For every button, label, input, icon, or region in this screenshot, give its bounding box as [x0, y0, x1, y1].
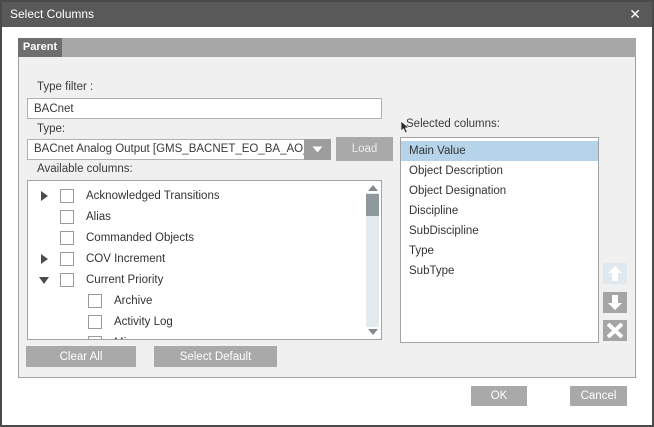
selected-column-item[interactable]: Main Value [401, 141, 598, 161]
load-button[interactable]: Load [336, 137, 393, 161]
tree-item[interactable]: Current Priority [28, 269, 364, 290]
select-default-button[interactable]: Select Default [154, 346, 277, 367]
column-checkbox[interactable] [88, 315, 102, 329]
column-checkbox[interactable] [60, 210, 74, 224]
scroll-down-icon[interactable] [368, 329, 378, 335]
tree-rows: Acknowledged Transitions Alias Commanded O… [28, 185, 364, 340]
up-arrow-icon [607, 266, 623, 281]
scrollbar-thumb[interactable] [366, 194, 379, 216]
tree-item[interactable]: Activity Log [28, 311, 364, 332]
dialog-title: Select Columns [10, 2, 94, 27]
dialog-titlebar[interactable]: Select Columns ✕ [2, 2, 652, 27]
selected-columns-label: Selected columns: [406, 118, 500, 130]
tree-scrollbar[interactable] [365, 182, 380, 338]
clear-all-button[interactable]: Clear All [26, 346, 136, 367]
expand-icon[interactable] [38, 252, 52, 266]
mouse-cursor-icon [401, 121, 410, 134]
type-combobox-value: BACnet Analog Output [GMS_BACNET_EO_BA_A… [34, 140, 319, 159]
down-arrow-icon [607, 295, 623, 310]
selected-columns-list[interactable]: Main ValueObject DescriptionObject Desig… [400, 137, 599, 343]
selected-column-item[interactable]: Discipline [401, 201, 598, 221]
type-combobox[interactable]: BACnet Analog Output [GMS_BACNET_EO_BA_A… [27, 139, 331, 160]
remove-column-button[interactable] [603, 320, 627, 341]
column-checkbox[interactable] [60, 273, 74, 287]
selected-column-item[interactable]: Object Description [401, 161, 598, 181]
type-filter-label: Type filter : [37, 81, 93, 93]
tree-item-label: Activity Log [114, 316, 173, 328]
dropdown-arrow-icon[interactable] [304, 139, 331, 160]
tree-item-label: Commanded Objects [86, 232, 194, 244]
column-checkbox[interactable] [60, 252, 74, 266]
tree-item[interactable]: Commanded Objects [28, 227, 364, 248]
select-columns-dialog: Select Columns ✕ Parent Type filter : Ty… [0, 0, 654, 427]
move-up-button[interactable] [603, 263, 627, 284]
expander-spacer [38, 210, 52, 224]
tab-parent[interactable]: Parent [18, 38, 62, 57]
tree-item-label: Alias [86, 211, 111, 223]
tree-item[interactable]: Acknowledged Transitions [28, 185, 364, 206]
type-filter-input[interactable] [27, 98, 382, 119]
column-checkbox[interactable] [60, 189, 74, 203]
collapse-icon[interactable] [38, 273, 52, 287]
tree-item-label: Acknowledged Transitions [86, 190, 220, 202]
tree-item-label: COV Increment [86, 253, 165, 265]
expander-spacer [66, 294, 80, 308]
expander-spacer [38, 231, 52, 245]
selected-column-item[interactable]: Type [401, 241, 598, 261]
close-icon[interactable]: ✕ [629, 2, 641, 27]
expand-icon[interactable] [38, 189, 52, 203]
expander-spacer [66, 336, 80, 341]
scroll-up-icon[interactable] [368, 185, 378, 191]
tree-item-label: Min [114, 337, 133, 341]
tree-item[interactable]: Archive [28, 290, 364, 311]
column-checkbox[interactable] [88, 336, 102, 341]
tree-item[interactable]: Min [28, 332, 364, 340]
column-checkbox[interactable] [88, 294, 102, 308]
x-icon [607, 323, 623, 338]
type-label: Type: [37, 123, 65, 135]
available-columns-label: Available columns: [37, 163, 133, 175]
parent-tab-panel: Type filter : Type: BACnet Analog Output… [18, 57, 636, 378]
selected-column-item[interactable]: SubType [401, 261, 598, 281]
tab-strip: Parent [18, 38, 636, 57]
tree-item[interactable]: COV Increment [28, 248, 364, 269]
ok-button[interactable]: OK [471, 386, 527, 406]
selected-column-item[interactable]: Object Designation [401, 181, 598, 201]
expander-spacer [66, 315, 80, 329]
cancel-button[interactable]: Cancel [570, 386, 627, 406]
selected-column-item[interactable]: SubDiscipline [401, 221, 598, 241]
tree-item[interactable]: Alias [28, 206, 364, 227]
available-columns-tree[interactable]: Acknowledged Transitions Alias Commanded O… [27, 180, 382, 340]
move-down-button[interactable] [603, 292, 627, 313]
column-checkbox[interactable] [60, 231, 74, 245]
tree-item-label: Archive [114, 295, 152, 307]
tree-item-label: Current Priority [86, 274, 163, 286]
